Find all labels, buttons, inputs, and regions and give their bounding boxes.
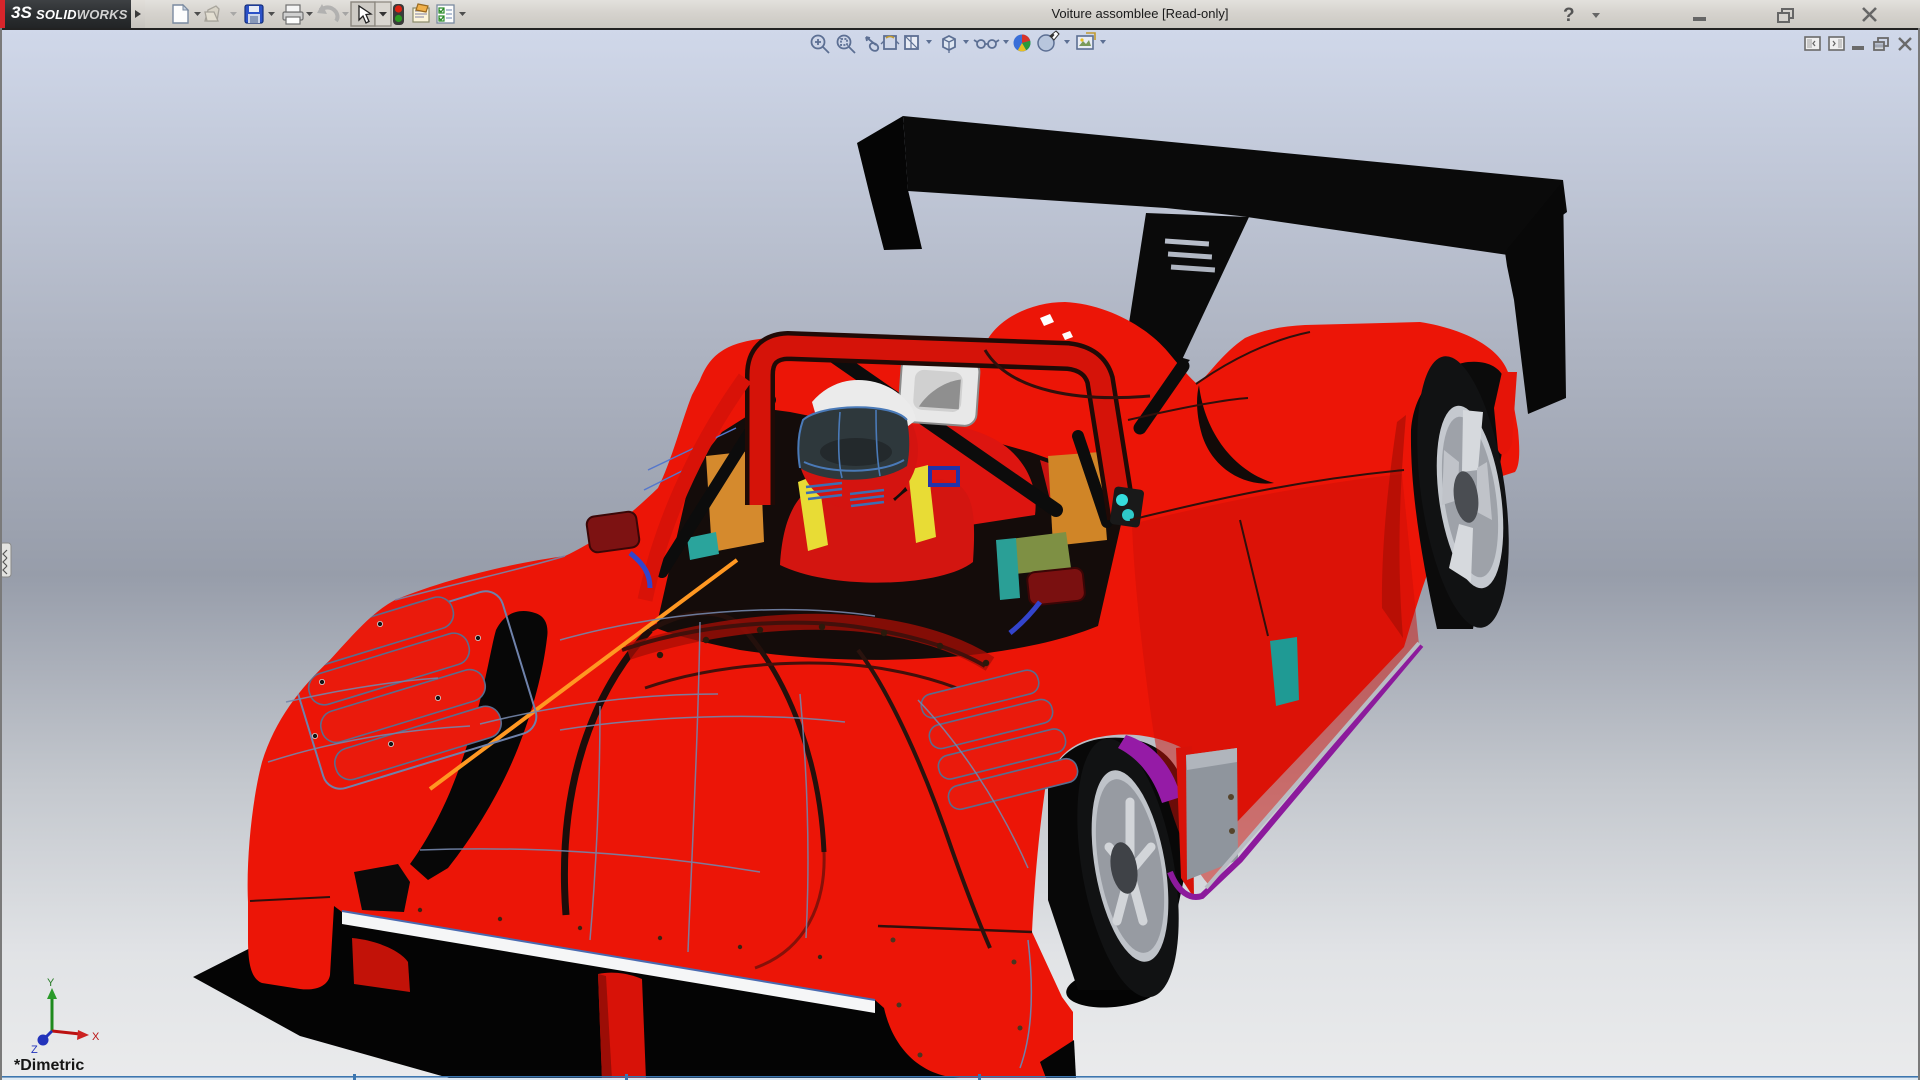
svg-text:Y: Y bbox=[47, 977, 55, 989]
svg-text:X: X bbox=[92, 1031, 100, 1043]
svg-text:*Dimetric: *Dimetric bbox=[14, 1057, 84, 1074]
svg-text:?: ? bbox=[1563, 5, 1575, 26]
svg-text:Z: Z bbox=[31, 1044, 38, 1056]
